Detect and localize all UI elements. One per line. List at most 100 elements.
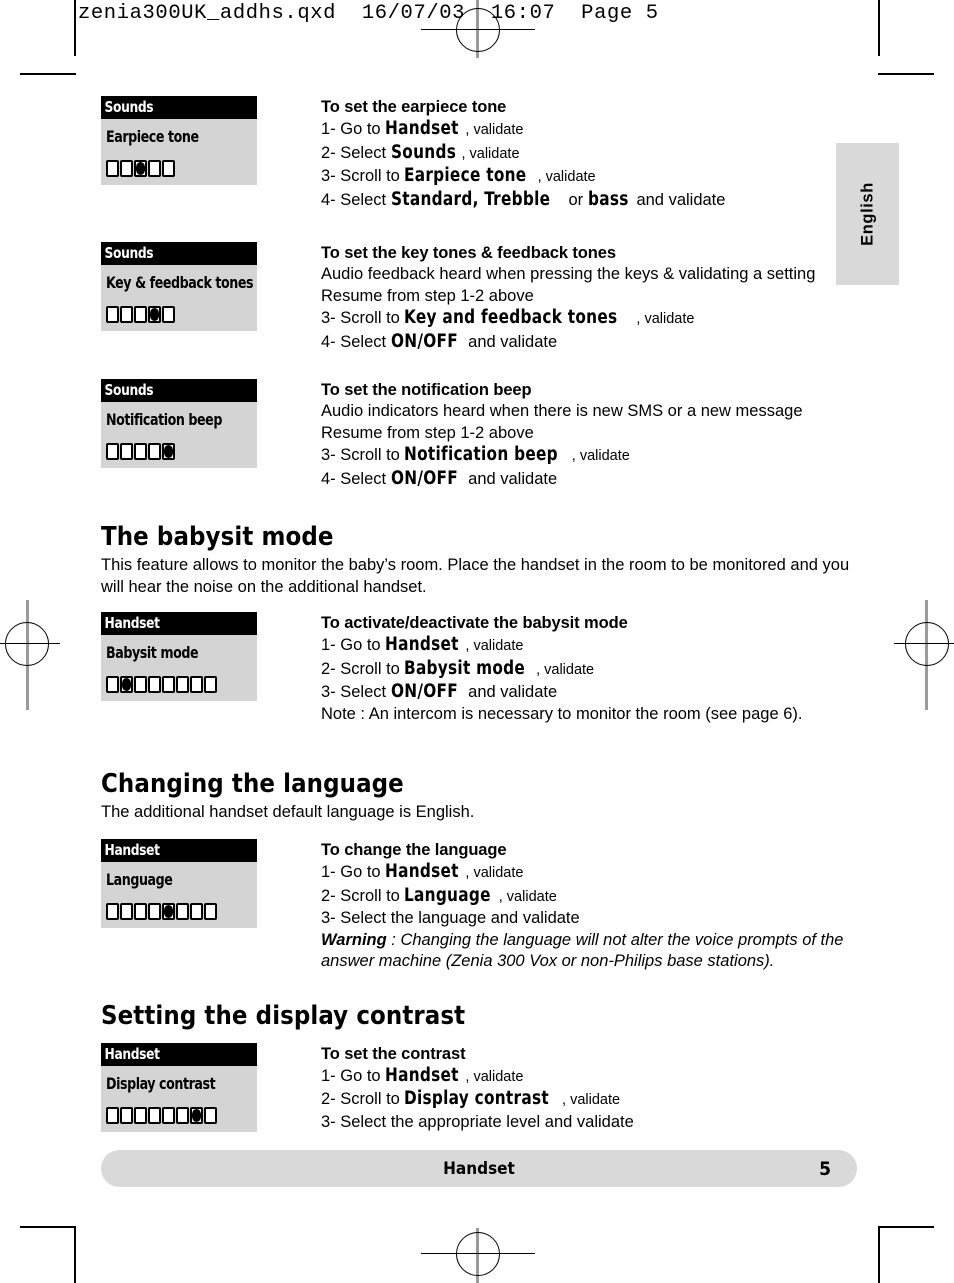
section-heading-babysit-mode: The babysit mode bbox=[101, 522, 334, 552]
indicator-dot bbox=[162, 306, 175, 323]
step-prefix: 1- Go to bbox=[321, 120, 386, 138]
instruction-step: 2- Select Sounds , validate bbox=[321, 142, 857, 166]
lcd-body: Key & feedback tones bbox=[101, 265, 257, 331]
indicator-dot bbox=[106, 676, 119, 693]
menu-name: Display contrast bbox=[404, 1088, 550, 1109]
indicator-dot bbox=[120, 443, 133, 460]
indicator-dot bbox=[148, 676, 161, 693]
indicator-dot bbox=[134, 443, 147, 460]
instructions-display-contrast: To set the contrast 1- Go to Handset , va… bbox=[321, 1043, 857, 1134]
instruction-step: 3- Select ON/OFF and validate bbox=[321, 681, 857, 704]
lcd-position-indicator bbox=[106, 676, 252, 693]
lcd-position-indicator bbox=[106, 160, 252, 177]
step-suffix: , validate bbox=[571, 448, 630, 464]
lcd-body: Language bbox=[101, 862, 257, 928]
menu-name: Earpiece tone bbox=[404, 165, 527, 186]
instruction-heading: To activate/deactivate the babysit mode bbox=[321, 614, 628, 632]
instruction-step: 3- Scroll to Earpiece tone , validate bbox=[321, 165, 857, 189]
footer-title: Handset bbox=[443, 1158, 515, 1179]
crop-mark-top-right-vertical bbox=[878, 0, 880, 56]
step-prefix: 3- Scroll to bbox=[321, 309, 405, 327]
step-prefix: 2- Scroll to bbox=[321, 1090, 405, 1108]
indicator-dot bbox=[134, 306, 147, 323]
indicator-dot bbox=[120, 903, 133, 920]
instruction-note: Resume from step 1-2 above bbox=[321, 423, 534, 442]
crop-mark-top-right-horizontal bbox=[878, 73, 934, 75]
menu-name: Babysit mode bbox=[404, 657, 526, 679]
indicator-dot-active bbox=[134, 160, 147, 177]
indicator-dot bbox=[148, 903, 161, 920]
instructions-earpiece-tone: To set the earpiece tone 1- Go to Handse… bbox=[321, 96, 857, 211]
menu-name: Handset bbox=[385, 1064, 459, 1086]
step-suffix: , validate bbox=[536, 661, 595, 678]
footer-page-number: 5 bbox=[819, 1157, 831, 1180]
crop-mark-top-left-horizontal bbox=[20, 73, 76, 75]
page-footer: Handset 5 bbox=[101, 1150, 857, 1187]
lcd-titlebar: Handset bbox=[101, 839, 257, 862]
indicator-dot bbox=[176, 903, 189, 920]
indicator-dot bbox=[162, 676, 175, 693]
indicator-dot bbox=[148, 443, 161, 460]
instruction-note: Note : An intercom is necessary to monit… bbox=[321, 704, 803, 723]
crop-mark-bottom-left-vertical bbox=[74, 1228, 76, 1283]
step-prefix: 3- Select bbox=[321, 683, 391, 701]
menu-name: Sounds bbox=[390, 141, 456, 163]
menu-name: ON/OFF bbox=[390, 681, 458, 702]
instruction-step: 3- Scroll to Key and feedback tones , val… bbox=[321, 307, 857, 331]
step-prefix: 2- Scroll to bbox=[321, 659, 405, 678]
lcd-menu-label: Earpiece tone bbox=[106, 127, 199, 146]
indicator-dot bbox=[148, 1106, 161, 1124]
section-earpiece-tone: Sounds Earpiece tone To set the earpiece… bbox=[101, 96, 857, 211]
instruction-step: 3- Select the appropriate level and vali… bbox=[321, 1112, 857, 1134]
lcd-titlebar: Handset bbox=[101, 612, 257, 635]
menu-name: ON/OFF bbox=[390, 467, 458, 489]
indicator-dot bbox=[204, 1106, 217, 1124]
crop-mark-bottom-right-horizontal bbox=[878, 1226, 934, 1228]
lcd-screen-display-contrast: Handset Display contrast bbox=[101, 1042, 257, 1132]
step-prefix: 1- Go to bbox=[321, 1066, 386, 1085]
indicator-dot-active bbox=[190, 1106, 203, 1124]
indicator-dot bbox=[204, 903, 217, 920]
lcd-titlebar: Handset bbox=[101, 1042, 257, 1066]
instruction-step: 1- Go to Handset , validate bbox=[321, 118, 857, 142]
step-prefix: 4- Select bbox=[321, 190, 391, 209]
instruction-note: Audio indicators heard when there is new… bbox=[321, 402, 803, 420]
lcd-position-indicator bbox=[106, 306, 252, 323]
step-prefix: 3- Select the language and validate bbox=[321, 909, 580, 927]
instruction-step: 2- Scroll to Language , validate bbox=[321, 885, 857, 909]
registration-mark-top-hline bbox=[421, 29, 535, 31]
indicator-dot bbox=[134, 903, 147, 920]
menu-name: Standard, Trebble bbox=[390, 188, 551, 210]
indicator-dot bbox=[148, 160, 161, 177]
indicator-dot bbox=[106, 160, 119, 177]
indicator-dot bbox=[120, 1106, 133, 1124]
instruction-note: Audio feedback heard when pressing the k… bbox=[321, 265, 816, 283]
menu-name: Handset bbox=[385, 861, 459, 882]
page-content: Sounds Earpiece tone To set the earpiece… bbox=[101, 96, 857, 1133]
lcd-titlebar: Sounds bbox=[101, 242, 257, 265]
crop-mark-bottom-left-horizontal bbox=[20, 1226, 76, 1228]
menu-name: Handset bbox=[385, 118, 459, 139]
lcd-screen-babysit-mode: Handset Babysit mode bbox=[101, 612, 257, 701]
lcd-menu-label: Key & feedback tones bbox=[106, 273, 254, 292]
indicator-dot bbox=[120, 160, 133, 177]
lcd-screen-key-feedback-tones: Sounds Key & feedback tones bbox=[101, 242, 257, 331]
indicator-dot bbox=[106, 443, 119, 460]
menu-name: Language bbox=[404, 884, 492, 906]
section-heading-display-contrast: Setting the display contrast bbox=[101, 1000, 466, 1031]
indicator-dot bbox=[134, 676, 147, 693]
indicator-dot bbox=[106, 1106, 119, 1124]
indicator-dot bbox=[120, 306, 133, 323]
section-intro-changing-language: The additional handset default language … bbox=[101, 803, 475, 821]
indicator-dot bbox=[162, 1106, 175, 1124]
step-suffix: , validate bbox=[537, 169, 596, 185]
step-suffix: and validate bbox=[463, 332, 558, 351]
indicator-dot bbox=[162, 160, 175, 177]
warning-text: : Changing the language will not alter t… bbox=[321, 930, 844, 971]
instruction-heading: To set the notification beep bbox=[321, 381, 532, 399]
instruction-step: 3- Scroll to Notification beep , validate bbox=[321, 444, 857, 468]
instructions-babysit-mode: To activate/deactivate the babysit mode … bbox=[321, 612, 857, 725]
step-prefix: 2- Select bbox=[321, 143, 391, 162]
instruction-step: 1- Go to Handset , validate bbox=[321, 861, 857, 885]
